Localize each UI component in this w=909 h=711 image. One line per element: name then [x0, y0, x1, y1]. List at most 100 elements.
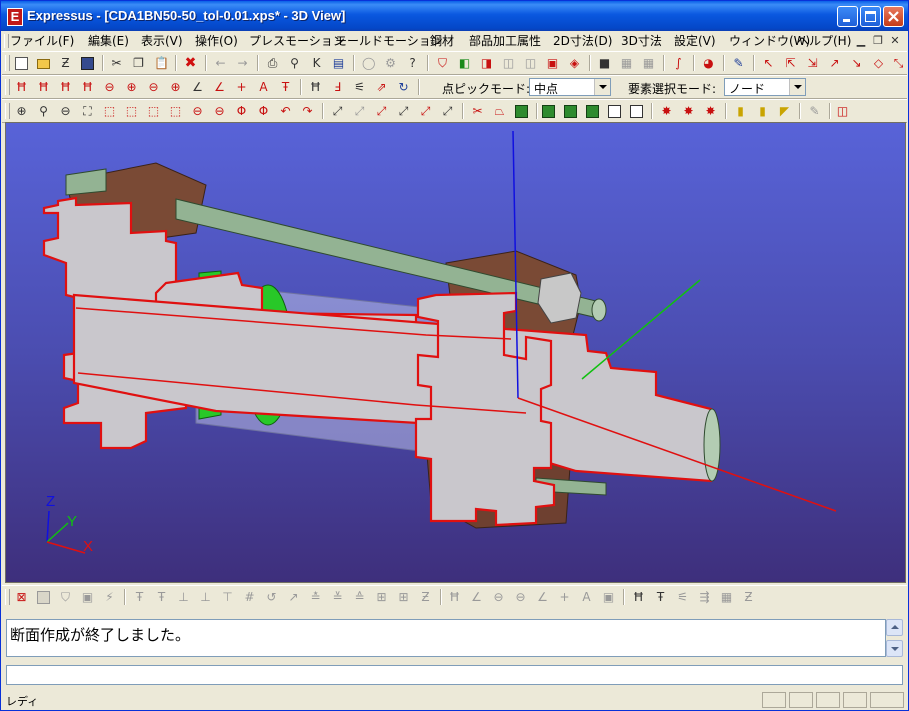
command-input[interactable] — [6, 665, 903, 685]
dim-circle-3-button[interactable]: ⊖ — [145, 79, 162, 96]
axis-tool-6-button[interactable]: ⤢ — [439, 103, 456, 120]
menu-edit[interactable]: 編集(E) — [88, 33, 129, 49]
part-tool-3-button[interactable]: ▣ — [544, 55, 561, 72]
light-3-button[interactable]: ◤ — [776, 103, 793, 120]
menu-help[interactable]: ヘルプ(H) — [797, 33, 851, 49]
save-button[interactable] — [79, 55, 96, 72]
mdi-restore-icon[interactable]: ❐ — [870, 34, 886, 48]
dim-h-2-button[interactable]: Ħ — [35, 79, 52, 96]
title-bar[interactable]: E Expressus - [CDA1BN50-50_tol-0.01.xps*… — [1, 1, 908, 31]
view-back-button[interactable]: ⬚ — [123, 103, 140, 120]
dim-h-5-button[interactable]: Ħ — [307, 79, 324, 96]
bottom-tool-14-button[interactable]: ≛ — [307, 589, 324, 606]
camera-button[interactable]: ■ — [596, 55, 613, 72]
explode-3-button[interactable]: ✸ — [702, 103, 719, 120]
rotate-4-button[interactable]: Φ — [255, 103, 272, 120]
help-button[interactable]: ? — [404, 55, 421, 72]
explode-1-button[interactable]: ✸ — [658, 103, 675, 120]
toolbar-grip[interactable] — [5, 79, 10, 95]
bottom-tool-25-button[interactable]: + — [556, 589, 573, 606]
new-file-button[interactable] — [13, 55, 30, 72]
element-select-mode-select[interactable]: ノード — [724, 78, 806, 96]
3d-viewport[interactable]: Z Y X — [5, 122, 906, 583]
select-6-button[interactable]: ◇ — [870, 55, 887, 72]
bottom-tool-31-button[interactable]: ⇶ — [696, 589, 713, 606]
dim-angle-1-button[interactable]: ∠ — [189, 79, 206, 96]
menu-steel[interactable]: 鋼材 — [430, 33, 454, 49]
bottom-tool-24-button[interactable]: ∠ — [534, 589, 551, 606]
message-scrollbar[interactable] — [886, 619, 903, 657]
rotate-ccw-button[interactable]: ↶ — [277, 103, 294, 120]
measure-button[interactable]: ✎ — [806, 103, 823, 120]
rotate-cw-button[interactable]: ↷ — [299, 103, 316, 120]
section-button[interactable]: ✂ — [469, 103, 486, 120]
part-remove-button[interactable]: ◨ — [478, 55, 495, 72]
delete-button[interactable]: ✖ — [182, 55, 199, 72]
bottom-tool-1-button[interactable]: ⊠ — [13, 589, 30, 606]
bottom-tool-23-button[interactable]: ⊖ — [512, 589, 529, 606]
fit-view-button[interactable]: ⛶ — [79, 103, 96, 120]
report-button[interactable]: ▤ — [330, 55, 347, 72]
bottom-tool-22-button[interactable]: ⊖ — [490, 589, 507, 606]
explode-2-button[interactable]: ✸ — [680, 103, 697, 120]
menu-operation[interactable]: 操作(O) — [195, 33, 238, 49]
dim-circle-1-button[interactable]: ⊖ — [101, 79, 118, 96]
display-2-button[interactable] — [562, 103, 579, 120]
menu-file[interactable]: ファイル(F) — [10, 33, 74, 49]
bottom-tool-33-button[interactable]: Ƶ — [740, 589, 757, 606]
axis-tool-1-button[interactable]: ⤢ — [329, 103, 346, 120]
scroll-down-icon[interactable] — [886, 640, 903, 657]
axis-tool-4-button[interactable]: ⤢ — [395, 103, 412, 120]
axis-tool-2-button[interactable]: ⤢ — [351, 103, 368, 120]
paste-button[interactable]: 📋 — [152, 55, 169, 72]
select-3-button[interactable]: ⇲ — [804, 55, 821, 72]
display-1-button[interactable] — [540, 103, 557, 120]
dim-h-1-button[interactable]: Ħ — [13, 79, 30, 96]
dim-vertical-button[interactable]: Ⅎ — [329, 79, 346, 96]
dim-circle-4-button[interactable]: ⊕ — [167, 79, 184, 96]
dim-text-2-button[interactable]: Ŧ — [277, 79, 294, 96]
wireframe-1-button[interactable] — [606, 103, 623, 120]
zoom-out-button[interactable]: ⊖ — [57, 103, 74, 120]
dim-h-4-button[interactable]: Ħ — [79, 79, 96, 96]
part-tool-1-button[interactable]: ◫ — [500, 55, 517, 72]
part-add-button[interactable]: ◧ — [456, 55, 473, 72]
view-front-button[interactable]: ⬚ — [101, 103, 118, 120]
view-right-button[interactable]: ⬚ — [167, 103, 184, 120]
menu-mold-motion[interactable]: モールドモーション — [335, 33, 443, 49]
shield-button[interactable]: ⛉ — [434, 55, 451, 72]
bottom-tool-27-button[interactable]: ▣ — [600, 589, 617, 606]
zoom-button[interactable]: ⚲ — [35, 103, 52, 120]
dim-text-1-button[interactable]: A — [255, 79, 272, 96]
undo-button[interactable]: ← — [212, 55, 229, 72]
axis-tool-5-button[interactable]: ⤢ — [417, 103, 434, 120]
minimize-button[interactable] — [837, 6, 858, 27]
toolbar-grip[interactable] — [5, 103, 10, 119]
mdi-minimize-icon[interactable]: ▁ — [853, 34, 869, 48]
bottom-tool-17-button[interactable]: ⊞ — [373, 589, 390, 606]
select-1-button[interactable]: ↖ — [760, 55, 777, 72]
dim-chain-button[interactable]: ⚟ — [351, 79, 368, 96]
point-pick-mode-select[interactable]: 中点 — [529, 78, 611, 96]
select-4-button[interactable]: ↗ — [826, 55, 843, 72]
redo-button[interactable]: → — [234, 55, 251, 72]
bottom-tool-26-button[interactable]: A — [578, 589, 595, 606]
shade-button[interactable] — [513, 103, 530, 120]
chevron-down-icon[interactable] — [789, 79, 805, 95]
dim-cross-button[interactable]: + — [233, 79, 250, 96]
bottom-tool-4-button[interactable]: ▣ — [79, 589, 96, 606]
bottom-tool-11-button[interactable]: # — [241, 589, 258, 606]
maximize-button[interactable] — [860, 6, 881, 27]
color-palette-button[interactable]: ◕ — [700, 55, 717, 72]
light-1-button[interactable]: ▮ — [732, 103, 749, 120]
light-2-button[interactable]: ▮ — [754, 103, 771, 120]
menu-view[interactable]: 表示(V) — [141, 33, 183, 49]
kinematic-button[interactable]: K — [308, 55, 325, 72]
dim-rotate-button[interactable]: ↻ — [395, 79, 412, 96]
dim-arrow-button[interactable]: ⇗ — [373, 79, 390, 96]
toolbar-grip[interactable] — [5, 55, 10, 71]
bottom-tool-28-button[interactable]: Ħ — [630, 589, 647, 606]
bottom-tool-30-button[interactable]: ⚟ — [674, 589, 691, 606]
menu-grip[interactable] — [4, 34, 9, 48]
part-tool-4-button[interactable]: ◈ — [566, 55, 583, 72]
